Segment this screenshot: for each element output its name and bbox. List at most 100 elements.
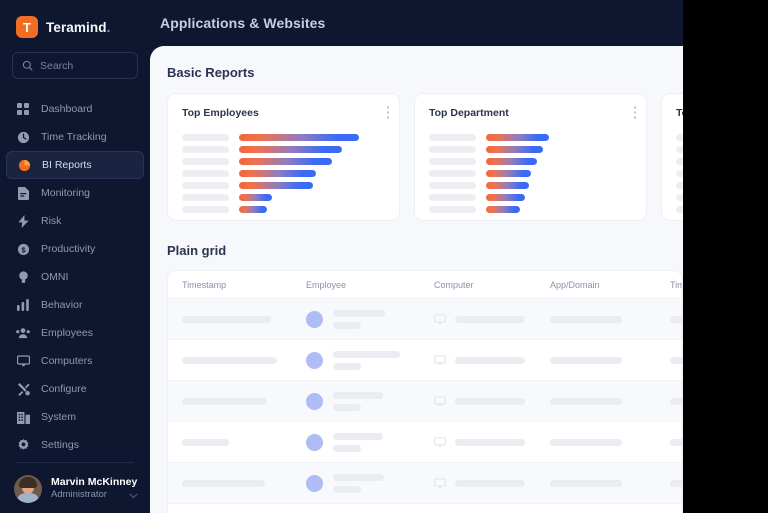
cell-app-domain	[536, 479, 656, 487]
bar-label-skeleton	[429, 145, 476, 153]
chart-bar	[239, 157, 332, 165]
sidebar-item-configure[interactable]: Configure	[6, 375, 144, 403]
bar-label-skeleton	[182, 181, 229, 189]
chart-bar	[486, 133, 549, 141]
chevron-down-icon[interactable]	[129, 486, 138, 504]
chart-bar-row	[429, 179, 632, 191]
chart-bar-row	[182, 179, 385, 191]
chart-bar-row	[676, 167, 683, 179]
table-header-row: Timestamp Employee Computer App/Domain T…	[168, 271, 682, 299]
sidebar-item-behavior[interactable]: Behavior	[6, 291, 144, 319]
monitor-icon	[16, 354, 30, 368]
chart-bar-row	[182, 131, 385, 143]
chart-bar-row	[676, 131, 683, 143]
sidebar-divider	[16, 462, 134, 463]
table-row[interactable]	[168, 422, 682, 463]
cell-employee	[292, 473, 420, 493]
search-input[interactable]	[40, 59, 128, 72]
cell-timestamp	[168, 397, 292, 405]
cell-employee	[292, 309, 420, 329]
column-header-computer[interactable]: Computer	[420, 280, 536, 290]
grid-icon	[16, 102, 30, 116]
plain-grid-title: Plain grid	[167, 243, 227, 258]
report-card[interactable]: Top Department	[414, 93, 647, 221]
report-card[interactable]: Top Employees	[167, 93, 400, 221]
table-row[interactable]	[168, 381, 682, 422]
sidebar-item-monitoring[interactable]: Monitoring	[6, 179, 144, 207]
bar-label-skeleton	[429, 193, 476, 201]
sidebar-item-label: Time Tracking	[41, 131, 107, 143]
chart-bar-row	[676, 155, 683, 167]
chart-bar-row	[676, 179, 683, 191]
bar-label-skeleton	[182, 133, 229, 141]
cell-employee	[292, 350, 420, 370]
cell-employee	[292, 391, 420, 411]
page-header: Applications & Websites	[150, 0, 683, 46]
report-card-chart	[429, 131, 632, 215]
sidebar-item-settings[interactable]: Settings	[6, 431, 144, 459]
column-header-employee[interactable]: Employee	[292, 280, 420, 290]
sidebar-item-label: Settings	[41, 439, 79, 451]
chart-bar	[239, 205, 267, 213]
bar-label-skeleton	[429, 181, 476, 189]
column-header-app-domain[interactable]: App/Domain	[536, 280, 656, 290]
chart-bar-row	[429, 143, 632, 155]
chart-bar	[486, 205, 520, 213]
bar-label-skeleton	[676, 193, 683, 201]
kebab-menu-icon[interactable]	[386, 106, 389, 119]
table-row[interactable]	[168, 299, 682, 340]
chart-bar	[239, 145, 342, 153]
sidebar-item-dashboard[interactable]: Dashboard	[6, 95, 144, 123]
cell-time	[656, 397, 682, 405]
cell-timestamp	[168, 315, 292, 323]
table-row[interactable]	[168, 463, 682, 504]
employee-avatar	[306, 474, 323, 492]
bar-label-skeleton	[676, 157, 683, 165]
bolt-icon	[16, 214, 30, 228]
chart-bar	[239, 133, 359, 141]
sidebar-item-computers[interactable]: Computers	[6, 347, 144, 375]
cell-app-domain	[536, 397, 656, 405]
page-title: Applications & Websites	[160, 15, 326, 31]
tools-icon	[16, 382, 30, 396]
bulb-icon	[16, 270, 30, 284]
sidebar-item-label: Productivity	[41, 243, 96, 255]
chart-bar-row	[429, 167, 632, 179]
bar-label-skeleton	[429, 157, 476, 165]
report-cards-row: Top Employees Top Department T	[150, 80, 683, 221]
search-box[interactable]	[12, 52, 138, 79]
sidebar-item-label: Dashboard	[41, 103, 93, 115]
sidebar-item-label: System	[41, 411, 77, 423]
sidebar-item-system[interactable]: System	[6, 403, 144, 431]
monitor-icon	[434, 395, 446, 406]
pie-chart-icon	[17, 158, 31, 172]
brand-logo[interactable]: T Teramind.	[0, 0, 150, 40]
report-card-title: Top Employees	[182, 107, 259, 119]
report-card-chart	[182, 131, 385, 215]
sidebar-item-time-tracking[interactable]: Time Tracking	[6, 123, 144, 151]
chart-bar-row	[182, 191, 385, 203]
bar-label-skeleton	[429, 169, 476, 177]
data-table: Timestamp Employee Computer App/Domain T…	[167, 270, 683, 513]
chart-bar	[239, 181, 313, 189]
sidebar-item-bi-reports[interactable]: BI Reports	[6, 151, 144, 179]
sidebar-item-risk[interactable]: Risk	[6, 207, 144, 235]
table-row[interactable]	[168, 504, 682, 513]
sidebar-item-productivity[interactable]: $ Productivity	[6, 235, 144, 263]
user-profile[interactable]: Marvin McKinney Administrator	[14, 475, 142, 503]
bar-label-skeleton	[676, 169, 683, 177]
sidebar-item-omni[interactable]: OMNI	[6, 263, 144, 291]
cell-time	[656, 479, 682, 487]
cell-time	[656, 315, 682, 323]
column-header-timestamp[interactable]: Timestamp	[168, 280, 292, 290]
employee-avatar	[306, 433, 323, 451]
kebab-menu-icon[interactable]	[633, 106, 636, 119]
column-header-time[interactable]: Time	[656, 280, 682, 290]
report-card-title: Top Department	[429, 107, 509, 119]
report-card[interactable]: Top Websites	[661, 93, 683, 221]
chart-bar-row	[182, 155, 385, 167]
sidebar-item-employees[interactable]: Employees	[6, 319, 144, 347]
sidebar-item-label: Computers	[41, 355, 93, 367]
table-row[interactable]	[168, 340, 682, 381]
document-icon	[16, 186, 30, 200]
